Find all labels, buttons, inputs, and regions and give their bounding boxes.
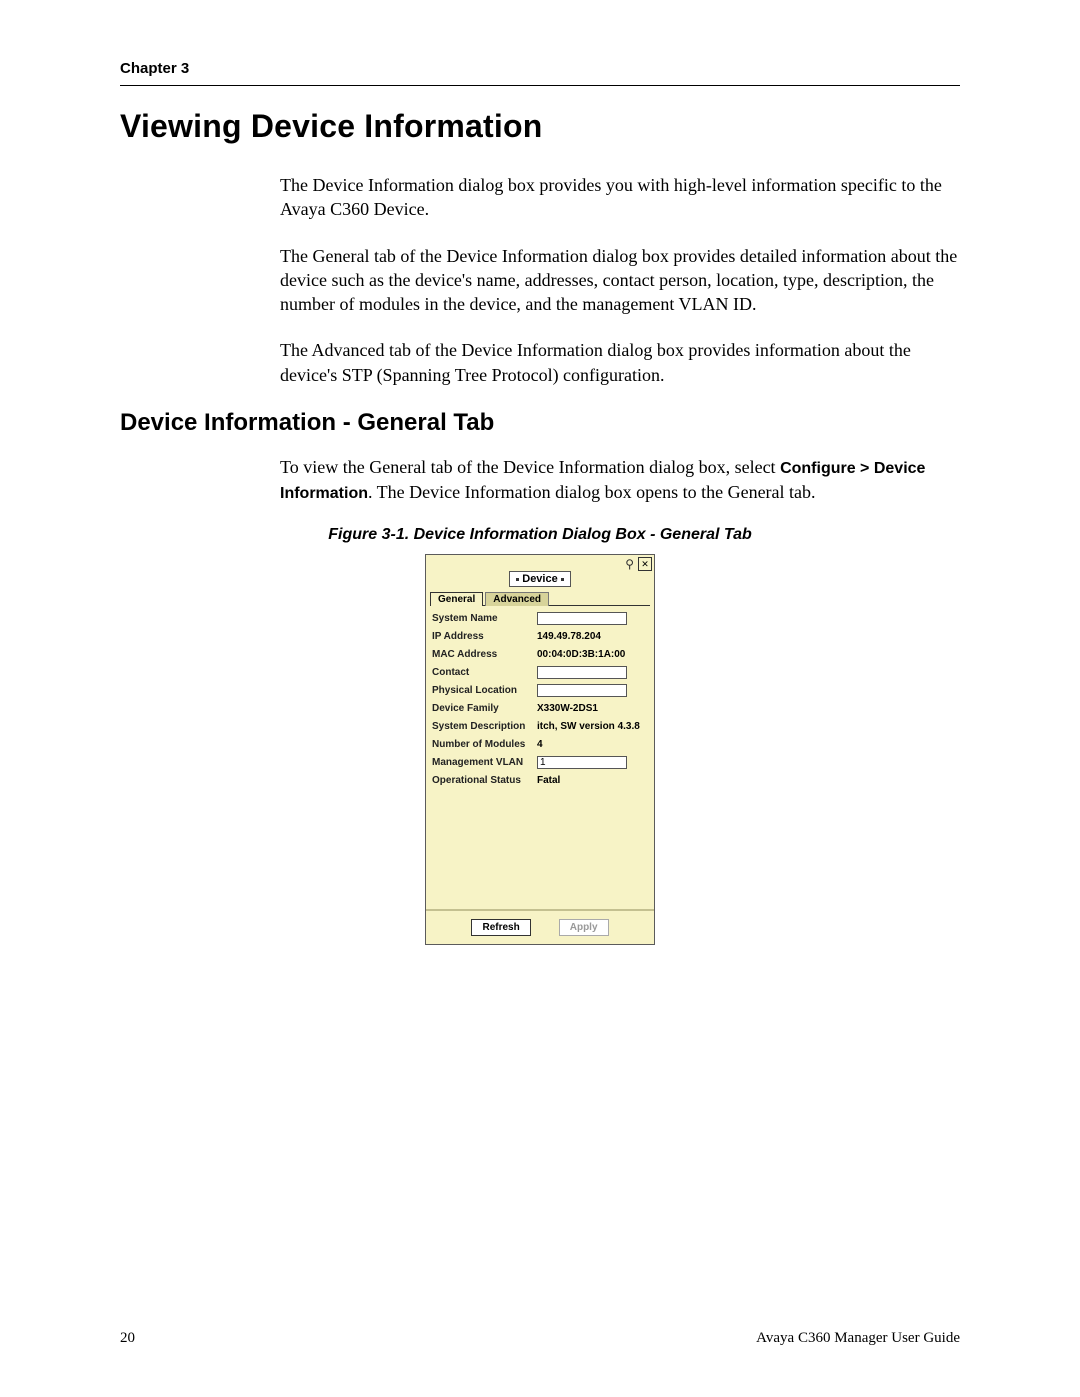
field-mac-address: MAC Address 00:04:0D:3B:1A:00 [432,648,648,661]
field-management-vlan: Management VLAN [432,756,648,769]
tab-strip: General Advanced [426,591,654,605]
dialog-footer: Refresh Apply [426,909,654,944]
book-title: Avaya C360 Manager User Guide [756,1330,960,1347]
dot-icon [561,578,564,581]
tab-general[interactable]: General [430,592,483,606]
field-label: Contact [432,667,537,678]
dialog-title-chip: Device [426,571,654,587]
system-name-input[interactable] [537,612,627,625]
paragraph: The General tab of the Device Informatio… [280,244,960,317]
paragraph: The Advanced tab of the Device Informati… [280,338,960,387]
dialog-title-text: Device [522,573,557,585]
paragraph: The Device Information dialog box provid… [280,173,960,222]
field-label: Number of Modules [432,739,537,750]
device-family-value: X330W-2DS1 [537,703,598,714]
refresh-button[interactable]: Refresh [471,919,530,936]
header-divider [120,85,960,86]
pin-icon[interactable]: ⚲ [625,558,634,570]
field-device-family: Device Family X330W-2DS1 [432,702,648,715]
page-number: 20 [120,1330,135,1347]
field-label: IP Address [432,631,537,642]
page-footer: 20 Avaya C360 Manager User Guide [120,1330,960,1347]
field-contact: Contact [432,666,648,679]
instruction-paragraph: To view the General tab of the Device In… [280,455,960,504]
mac-address-value: 00:04:0D:3B:1A:00 [537,649,625,660]
field-physical-location: Physical Location [432,684,648,697]
field-operational-status: Operational Status Fatal [432,774,648,787]
field-ip-address: IP Address 149.49.78.204 [432,630,648,643]
field-label: Device Family [432,703,537,714]
tab-advanced[interactable]: Advanced [485,592,549,606]
dialog-container: ⚲ ✕ Device General Advanced System Name [120,554,960,945]
physical-location-input[interactable] [537,684,627,697]
field-label: MAC Address [432,649,537,660]
dot-icon [516,578,519,581]
dialog-title: Device [509,571,570,587]
page-title: Viewing Device Information [120,108,960,145]
field-label: System Name [432,613,537,624]
field-number-of-modules: Number of Modules 4 [432,738,648,751]
figure-caption: Figure 3-1. Device Information Dialog Bo… [120,526,960,544]
apply-button[interactable]: Apply [559,919,609,936]
field-label: System Description [432,721,537,732]
field-label: Management VLAN [432,757,537,768]
section-subtitle: Device Information - General Tab [120,409,960,437]
device-information-dialog: ⚲ ✕ Device General Advanced System Name [425,554,655,945]
operational-status-value: Fatal [537,775,560,786]
close-icon[interactable]: ✕ [638,557,652,571]
fields-panel: System Name IP Address 149.49.78.204 MAC… [426,606,654,909]
instruction-lead: To view the General tab of the Device In… [280,457,780,477]
dialog-titlebar: ⚲ ✕ [426,555,654,571]
body-section-2: To view the General tab of the Device In… [280,455,960,504]
ip-address-value: 149.49.78.204 [537,631,601,642]
system-description-value: itch, SW version 4.3.8 [537,721,640,732]
field-label: Operational Status [432,775,537,786]
management-vlan-input[interactable] [537,756,627,769]
field-system-description: System Description itch, SW version 4.3.… [432,720,648,733]
number-of-modules-value: 4 [537,739,543,750]
contact-input[interactable] [537,666,627,679]
body-section-1: The Device Information dialog box provid… [280,173,960,387]
field-label: Physical Location [432,685,537,696]
chapter-label: Chapter 3 [120,60,960,77]
instruction-tail: . The Device Information dialog box open… [368,482,816,502]
field-system-name: System Name [432,612,648,625]
